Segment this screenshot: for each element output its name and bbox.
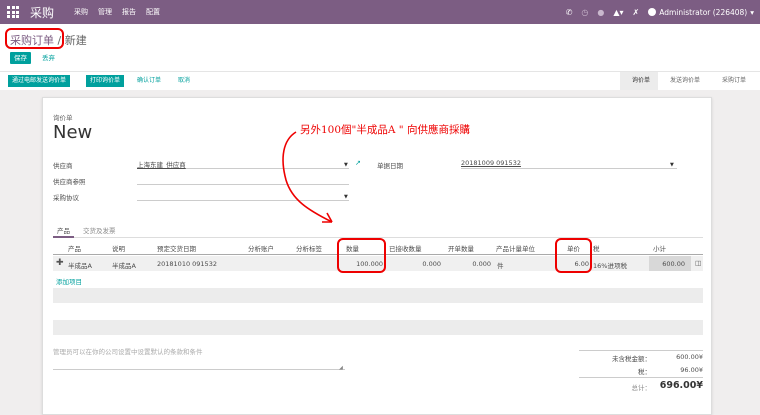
status-bar: 通过电邮发送询价单 打印询价单 确认订单 取消 询价单 发送询价单 采购订单 <box>0 71 760 90</box>
untaxed-amount-label: 未含税金额： <box>612 355 651 363</box>
cell-taxes[interactable]: 16%进项税 <box>593 260 627 270</box>
order-date-dropdown-icon[interactable]: ▼ <box>670 162 674 168</box>
col-date-planned[interactable]: 预定交货日期 <box>157 243 196 253</box>
apps-grid-icon[interactable] <box>7 5 21 19</box>
vendor-value: 上海东建_供应商 <box>137 161 186 169</box>
app-title: 采购 <box>30 5 55 20</box>
menu-purchase[interactable]: 采购 <box>74 7 88 17</box>
terms-conditions-field[interactable]: 管理员可以在你的公司设置中设置默认的条款和条件 <box>53 346 345 370</box>
stage-rfq[interactable]: 询价单 <box>620 72 659 90</box>
cell-uom[interactable]: 件 <box>497 260 504 270</box>
debug-tools-icon[interactable]: ✗ <box>633 8 640 17</box>
confirm-order-button[interactable]: 确认订单 <box>137 75 161 87</box>
tab-deliveries-invoices[interactable]: 交货及发票 <box>79 225 120 238</box>
col-uom[interactable]: 产品计量单位 <box>496 243 535 253</box>
phone-icon[interactable]: ✆ <box>566 8 573 17</box>
external-link-icon[interactable]: ↗ <box>355 159 361 167</box>
clock-icon[interactable]: ◷ <box>581 8 588 17</box>
discard-button[interactable]: 丢弃 <box>42 52 55 64</box>
vendor-field[interactable]: 上海东建_供应商 <box>137 159 349 169</box>
user-menu[interactable]: Administrator (226408) ▾ <box>648 8 754 17</box>
cell-description[interactable]: 半成品A <box>112 260 136 270</box>
document-name: New <box>53 122 93 143</box>
col-analytic-tags[interactable]: 分析标签 <box>296 243 322 253</box>
save-button[interactable]: 保存 <box>10 52 31 64</box>
chevron-down-icon: ▾ <box>750 7 754 17</box>
purchase-agreement-field[interactable] <box>137 191 349 201</box>
cell-date-planned[interactable]: 20181010 091532 <box>157 260 217 268</box>
totals-block: 未含税金额： 600.00¥ 税： 96.00¥ 总计： 696.00¥ <box>579 350 703 393</box>
col-subtotal[interactable]: 小计 <box>653 243 666 253</box>
form-sheet: 询价单 New 另外100個"半成品A " 向供應商採購 供应商 上海东建_供应… <box>42 97 712 415</box>
highlight-quantity <box>337 238 386 273</box>
notebook-tabs: 产品 交货及发票 <box>53 225 703 238</box>
cell-qty-invoiced: 0.000 <box>472 260 491 268</box>
col-description[interactable]: 说明 <box>112 243 125 253</box>
total-value: 696.00¥ <box>659 380 703 391</box>
empty-row <box>53 288 703 303</box>
col-qty-invoiced[interactable]: 开单数量 <box>448 243 474 253</box>
activity-bell-icon[interactable]: ▲▾ <box>613 8 623 17</box>
send-rfq-email-button[interactable]: 通过电邮发送询价单 <box>8 75 71 87</box>
order-date-field[interactable]: 20181009 091532 <box>461 159 677 169</box>
agreement-dropdown-icon[interactable]: ▼ <box>344 194 348 200</box>
menu-control[interactable]: 管理 <box>98 7 112 17</box>
chat-icon[interactable]: ● <box>597 8 604 17</box>
col-analytic-account[interactable]: 分析账户 <box>248 243 274 253</box>
user-name: Administrator (226408) <box>659 7 748 17</box>
highlight-breadcrumb <box>5 28 64 49</box>
stage-purchase-order[interactable]: 采购订单 <box>710 72 754 90</box>
drag-handle-icon[interactable]: ✚ <box>56 258 64 268</box>
col-qty-received[interactable]: 已接收数量 <box>389 243 422 253</box>
vendor-label: 供应商 <box>53 162 73 170</box>
avatar <box>648 8 657 16</box>
order-date-label: 单据日期 <box>377 162 403 170</box>
purchase-agreement-label: 采购协议 <box>53 194 79 202</box>
vendor-reference-label: 供应商参照 <box>53 178 86 186</box>
stage-rfq-sent[interactable]: 发送询价单 <box>658 72 708 90</box>
print-rfq-button[interactable]: 打印询价单 <box>86 75 125 87</box>
menu-reporting[interactable]: 报告 <box>122 7 136 17</box>
tax-amount-value: 96.00¥ <box>680 366 703 374</box>
untaxed-amount-value: 600.00¥ <box>676 353 703 361</box>
cell-qty-received: 0.000 <box>422 260 441 268</box>
total-label: 总计： <box>631 384 652 392</box>
empty-row <box>53 320 703 335</box>
add-line-link[interactable]: 添加项目 <box>56 276 82 286</box>
cell-product[interactable]: 半成品A <box>68 260 92 270</box>
vendor-dropdown-icon[interactable]: ▼ <box>344 162 348 168</box>
col-taxes[interactable]: 税 <box>593 243 600 253</box>
document-type-label: 询价单 <box>53 114 73 122</box>
tax-amount-label: 税： <box>638 368 651 376</box>
vendor-reference-field[interactable] <box>137 175 349 185</box>
top-navbar: 采购 采购 管理 报告 配置 ✆ ◷ ● ▲▾ ✗ Administrator … <box>0 0 760 24</box>
tab-products[interactable]: 产品 <box>53 225 74 238</box>
red-annotation-text: 另外100個"半成品A " 向供應商採購 <box>300 124 470 136</box>
resize-handle-icon[interactable]: ◢ <box>339 365 343 371</box>
cancel-button[interactable]: 取消 <box>178 75 190 87</box>
highlight-unit-price <box>555 238 592 273</box>
col-product[interactable]: 产品 <box>68 243 81 253</box>
trash-icon[interactable]: ◫ <box>695 259 701 267</box>
order-date-value: 20181009 091532 <box>461 159 521 167</box>
breadcrumb-current: 新建 <box>64 34 87 47</box>
menu-configuration[interactable]: 配置 <box>146 7 160 17</box>
cell-subtotal: 600.00 <box>662 260 685 268</box>
